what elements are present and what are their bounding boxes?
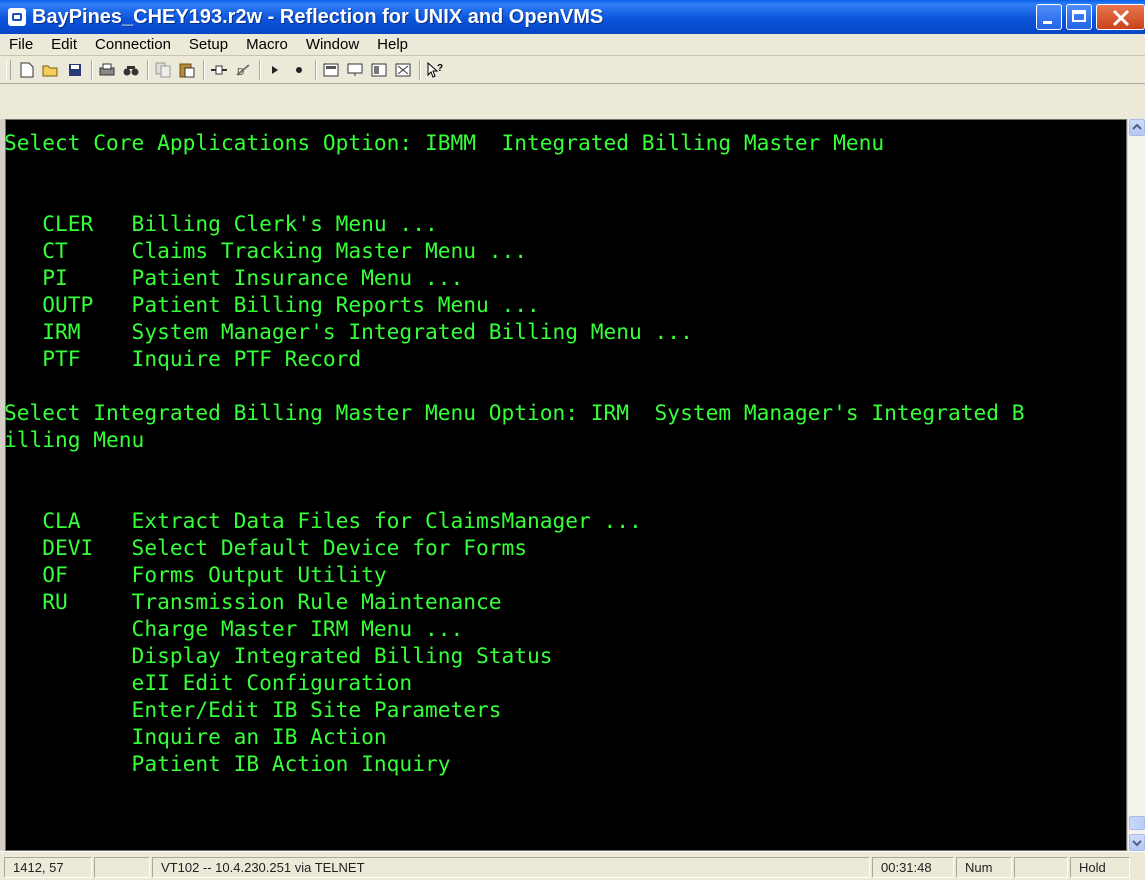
menu-connection[interactable]: Connection (86, 36, 180, 53)
save-icon[interactable] (65, 60, 85, 80)
app-icon[interactable] (8, 8, 26, 26)
open-icon[interactable] (41, 60, 61, 80)
window-title: BayPines_CHEY193.r2w - Reflection for UN… (32, 5, 604, 28)
paste-icon[interactable] (177, 60, 197, 80)
toolbar-separator (91, 59, 93, 80)
toolbar-separator (315, 59, 317, 80)
settings-icon[interactable] (393, 60, 413, 80)
title-bar[interactable]: BayPines_CHEY193.r2w - Reflection for UN… (0, 0, 1145, 34)
play-macro-icon[interactable] (265, 60, 285, 80)
menu-edit[interactable]: Edit (42, 36, 86, 53)
terminal-line: OUTP Patient Billing Reports Menu ... (4, 292, 540, 317)
svg-text:D: D (237, 67, 244, 77)
status-bar: 1412, 57 VT102 -- 10.4.230.251 via TELNE… (0, 851, 1145, 880)
terminal-line: Select Core Applications Option: IBMM In… (4, 130, 885, 155)
display-icon[interactable] (321, 60, 341, 80)
terminal-line: OF Forms Output Utility (4, 562, 387, 587)
help-pointer-icon[interactable]: ? (425, 60, 445, 80)
scroll-thumb[interactable] (1129, 816, 1145, 830)
svg-text:?: ? (437, 63, 443, 74)
keyboard-icon[interactable] (345, 60, 365, 80)
terminal-line: PI Patient Insurance Menu ... (4, 265, 464, 290)
menu-bar: File Edit Connection Setup Macro Window … (0, 34, 1145, 56)
menu-macro[interactable]: Macro (237, 36, 297, 53)
terminal-line: IRM System Manager's Integrated Billing … (4, 319, 693, 344)
terminal-frame (0, 84, 1145, 119)
connect-icon[interactable] (209, 60, 229, 80)
toolbar-grip[interactable] (6, 59, 11, 80)
terminal-line: Select Integrated Billing Master Menu Op… (4, 400, 1025, 425)
terminal-line: Enter/Edit IB Site Parameters (4, 697, 502, 722)
menu-window[interactable]: Window (297, 36, 368, 53)
terminal-line: DEVI Select Default Device for Forms (4, 535, 527, 560)
chevron-up-icon (1132, 123, 1142, 130)
terminal-line: CT Claims Tracking Master Menu ... (4, 238, 527, 263)
terminal-line: CLA Extract Data Files for ClaimsManager… (4, 508, 642, 533)
terminal-line: Charge Master IRM Menu ... (4, 616, 464, 641)
toolbar-separator (419, 59, 421, 80)
scroll-down-button[interactable] (1129, 834, 1145, 851)
toolbar: D ? (0, 56, 1145, 84)
menu-help[interactable]: Help (368, 36, 417, 53)
terminal-line: PTF Inquire PTF Record (4, 346, 362, 371)
toolbar-separator (203, 59, 205, 80)
maximize-button[interactable] (1066, 4, 1092, 30)
terminal-line: RU Transmission Rule Maintenance (4, 589, 502, 614)
close-icon (1112, 9, 1130, 27)
terminal-line: illing Menu (4, 427, 145, 452)
menu-file[interactable]: File (0, 36, 42, 53)
clock: 00:31:48 (872, 857, 954, 878)
find-icon[interactable] (121, 60, 141, 80)
record-macro-icon[interactable] (289, 60, 309, 80)
terminal-line: CLER Billing Clerk's Menu ... (4, 211, 438, 236)
vertical-scrollbar[interactable] (1127, 119, 1145, 851)
terminal-line: Inquire an IB Action (4, 724, 387, 749)
setup-icon[interactable] (369, 60, 389, 80)
chevron-down-icon (1132, 840, 1142, 847)
minimize-button[interactable] (1036, 4, 1062, 30)
cursor-position: 1412, 57 (4, 857, 92, 878)
status-empty-cell (1014, 857, 1068, 878)
connection-status: VT102 -- 10.4.230.251 via TELNET (152, 857, 870, 878)
terminal-line: eII Edit Configuration (4, 670, 413, 695)
status-empty-cell (94, 857, 150, 878)
hold-indicator: Hold (1070, 857, 1130, 878)
num-lock-indicator: Num (956, 857, 1012, 878)
terminal-line: Display Integrated Billing Status (4, 643, 553, 668)
terminal-screen[interactable]: Select Core Applications Option: IBMM In… (4, 129, 1024, 804)
print-icon[interactable] (97, 60, 117, 80)
terminal-line: Patient IB Action Inquiry (4, 751, 451, 776)
scroll-up-button[interactable] (1129, 119, 1145, 136)
disconnect-icon[interactable]: D (233, 60, 253, 80)
close-button[interactable] (1096, 4, 1145, 30)
toolbar-separator (147, 59, 149, 80)
toolbar-separator (259, 59, 261, 80)
menu-setup[interactable]: Setup (180, 36, 237, 53)
copy-icon[interactable] (153, 60, 173, 80)
new-icon[interactable] (17, 60, 37, 80)
